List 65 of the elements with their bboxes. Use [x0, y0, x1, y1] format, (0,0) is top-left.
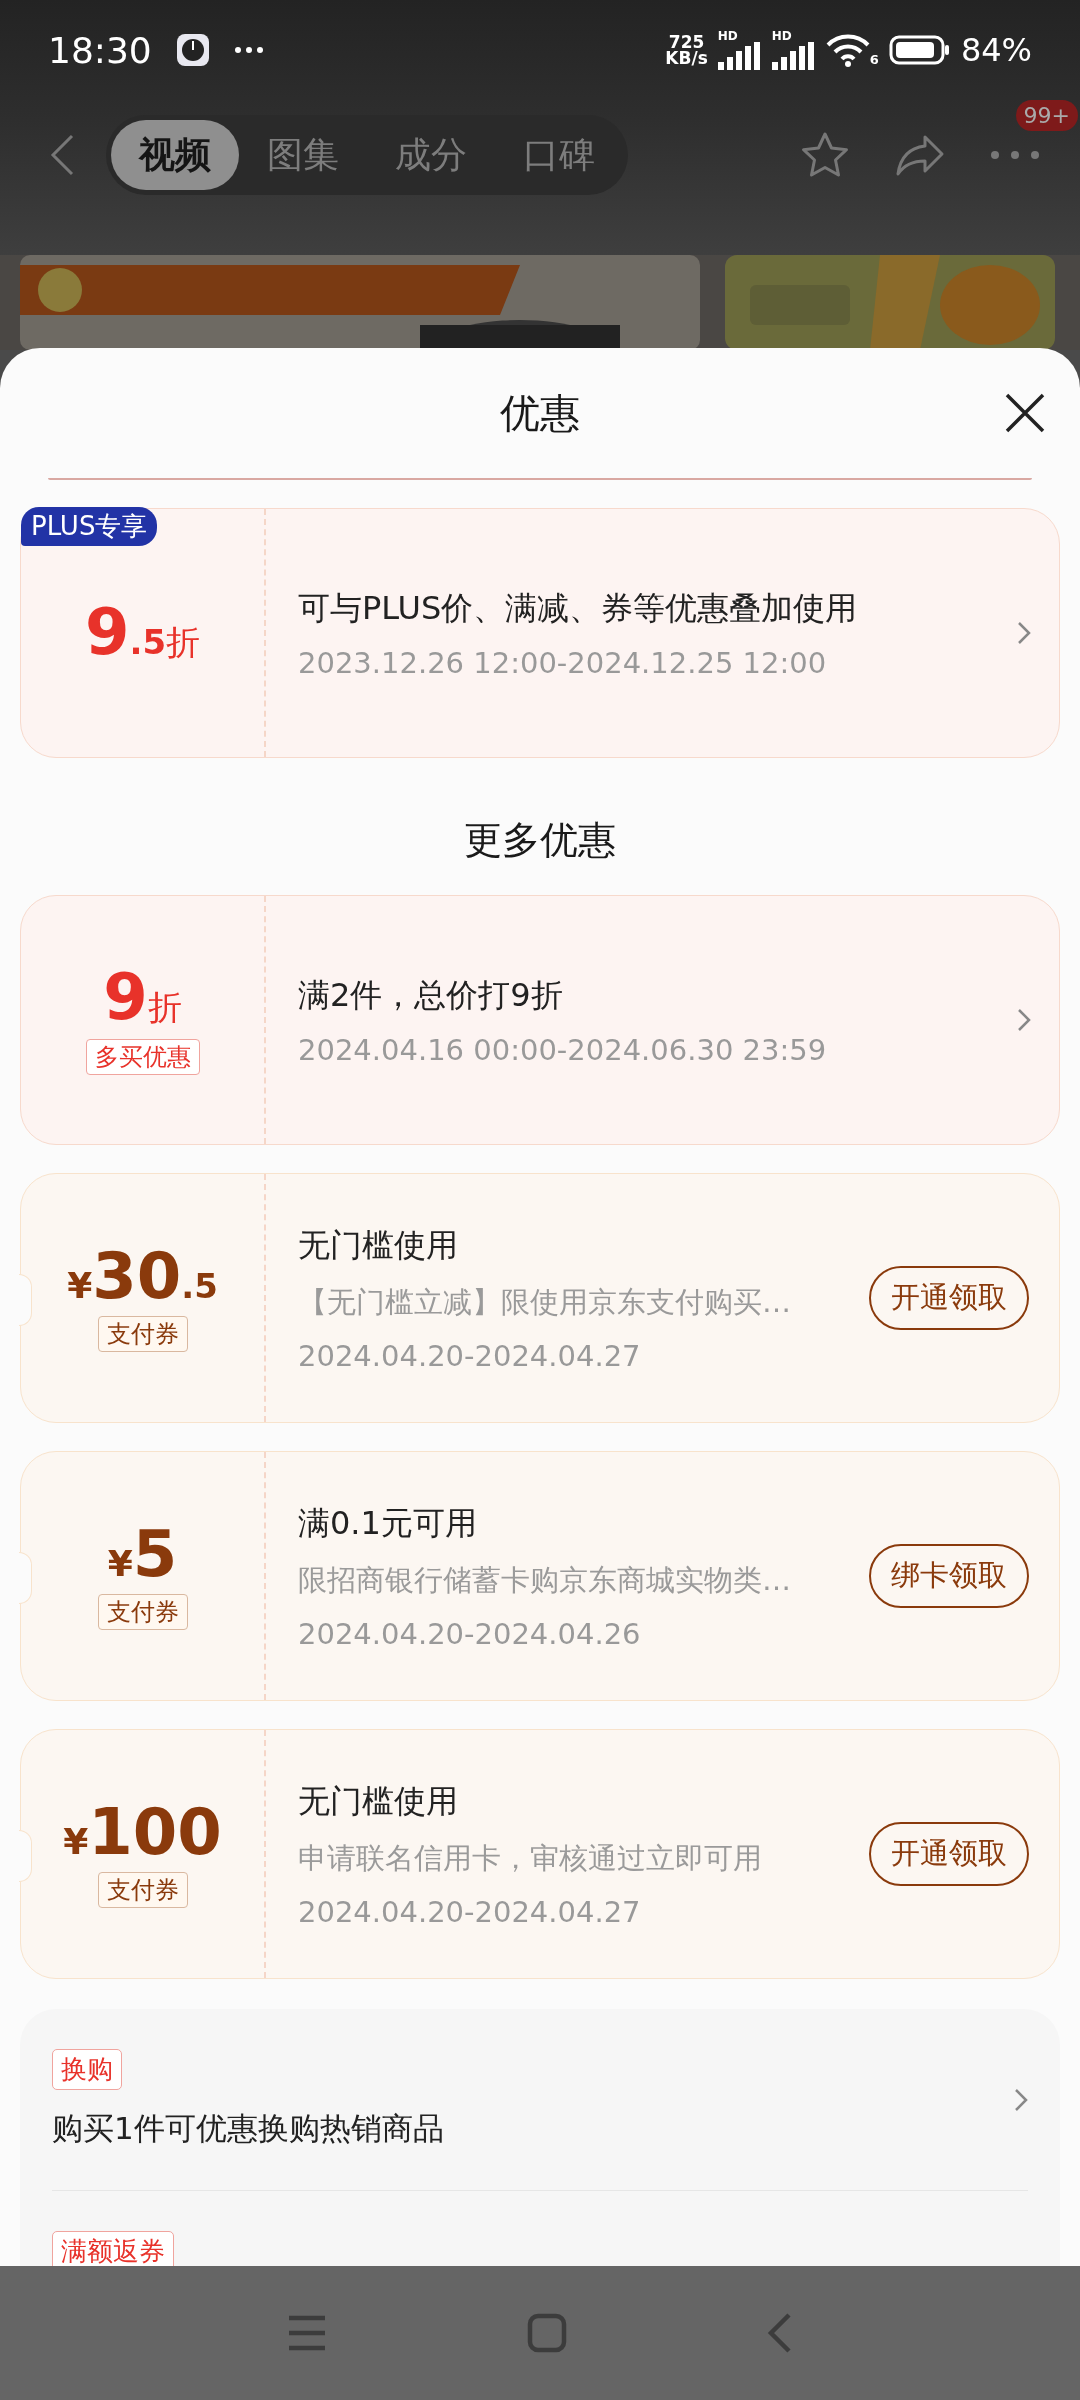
coupon-title: 无门槛使用 [298, 1780, 459, 1822]
offer-text[interactable]: 购买1件可优惠换购热销商品 [52, 2108, 444, 2150]
coupon-value: ¥100 [63, 1800, 222, 1864]
claim-button[interactable]: 开通领取 [869, 1822, 1029, 1886]
signal-icon [771, 42, 816, 70]
validity-date: 2024.04.20-2024.04.26 [298, 1617, 642, 1652]
coupon-description: 限招商银行储蓄卡购京东商城实物类… [298, 1562, 792, 1600]
back-icon[interactable] [48, 133, 76, 177]
coupon-notch [19, 1274, 32, 1326]
coupon-title: 无门槛使用 [298, 1224, 459, 1266]
coupon-card[interactable]: ¥30.5 支付券 无门槛使用 【无门槛立减】限使用京东支付购买… 2024.04.20-2024.04.27 开通领取 [20, 1173, 1060, 1423]
clock-time: 18:30 [48, 29, 152, 71]
network-unit: KB/s [665, 50, 708, 67]
coupon-card[interactable]: ¥100 支付券 无门槛使用 申请联名信用卡，审核通过立即可用 2024.04.20-2024.04.27 开通领取 [20, 1729, 1060, 1979]
coupon-tag: 多买优惠 [85, 1039, 200, 1075]
coupon-description: 【无门槛立减】限使用京东支付购买… [298, 1284, 792, 1322]
clock-app-icon [175, 33, 210, 67]
offer-tag: 换购 [52, 2049, 122, 2090]
claim-button[interactable]: 绑卡领取 [869, 1544, 1029, 1608]
back-icon[interactable] [767, 2312, 793, 2354]
wifi-label: 6 [869, 52, 879, 67]
chevron-right-icon[interactable] [1017, 621, 1031, 645]
chevron-right-icon[interactable] [1014, 2087, 1028, 2112]
signal-label: HD [717, 30, 738, 42]
coupon-title: 满2件，总价打9折 [298, 974, 564, 1016]
share-icon[interactable] [895, 133, 945, 177]
validity-date: 2024.04.20-2024.04.27 [298, 1339, 642, 1374]
coupon-tag: 支付券 [97, 1594, 188, 1630]
coupon-title: 满0.1元可用 [298, 1502, 478, 1544]
claim-button[interactable]: 开通领取 [869, 1266, 1029, 1330]
validity-date: 2024.04.16 00:00-2024.06.30 23:59 [298, 1033, 828, 1068]
sheet-title: 优惠 [500, 388, 580, 438]
coupon-tag: 支付券 [97, 1872, 188, 1908]
signal-label: HD [771, 30, 792, 42]
tab[interactable]: 视频 [111, 120, 239, 190]
coupon-value: 9折 [103, 965, 182, 1031]
validity-date: 2023.12.26 12:00-2024.12.25 12:00 [298, 646, 828, 681]
coupon-title: 可与PLUS价、满减、券等优惠叠加使用 [298, 587, 859, 629]
coupon-tag: 支付券 [97, 1316, 188, 1352]
notification-badge: 99+ [1015, 100, 1078, 131]
coupon-notch [19, 1552, 32, 1604]
coupon-value: ¥30.5 [67, 1244, 218, 1308]
coupon-value: ¥5 [107, 1522, 178, 1586]
signal-icon [717, 42, 762, 70]
wifi-icon [825, 33, 870, 67]
coupon-description: 申请联名信用卡，审核通过立即可用 [298, 1840, 763, 1878]
coupon-value: 9.5折 [84, 600, 201, 666]
network-speed: 725 [668, 33, 705, 50]
section-heading: 更多优惠 [463, 817, 617, 864]
coupon-card[interactable]: ¥5 支付券 满0.1元可用 限招商银行储蓄卡购京东商城实物类… 2024.04.20-2024.04.26 绑卡领取 [20, 1451, 1060, 1701]
plus-badge: PLUS专享 [21, 507, 158, 546]
more-icon[interactable] [990, 150, 1040, 160]
menu-icon[interactable] [287, 2315, 327, 2351]
chevron-right-icon[interactable] [1017, 1008, 1031, 1032]
validity-date: 2024.04.20-2024.04.27 [298, 1895, 642, 1930]
more-icon [233, 46, 264, 54]
battery-percent: 84% [960, 31, 1032, 69]
close-icon[interactable] [1004, 392, 1046, 434]
offer-tag: 满额返券 [52, 2231, 174, 2266]
coupon-notch [19, 1830, 32, 1882]
coupon-card[interactable]: 9折 多买优惠 满2件，总价打9折 2024.04.16 00:00-2024.06.30 23:59 [20, 895, 1060, 1145]
coupon-card[interactable]: PLUS专享 9.5折 可与PLUS价、满减、券等优惠叠加使用 2023.12.26 12:00-2024.12.25 12:00 [20, 508, 1060, 758]
battery-icon [888, 35, 951, 65]
star-icon[interactable] [800, 131, 850, 179]
home-icon[interactable] [527, 2313, 567, 2353]
